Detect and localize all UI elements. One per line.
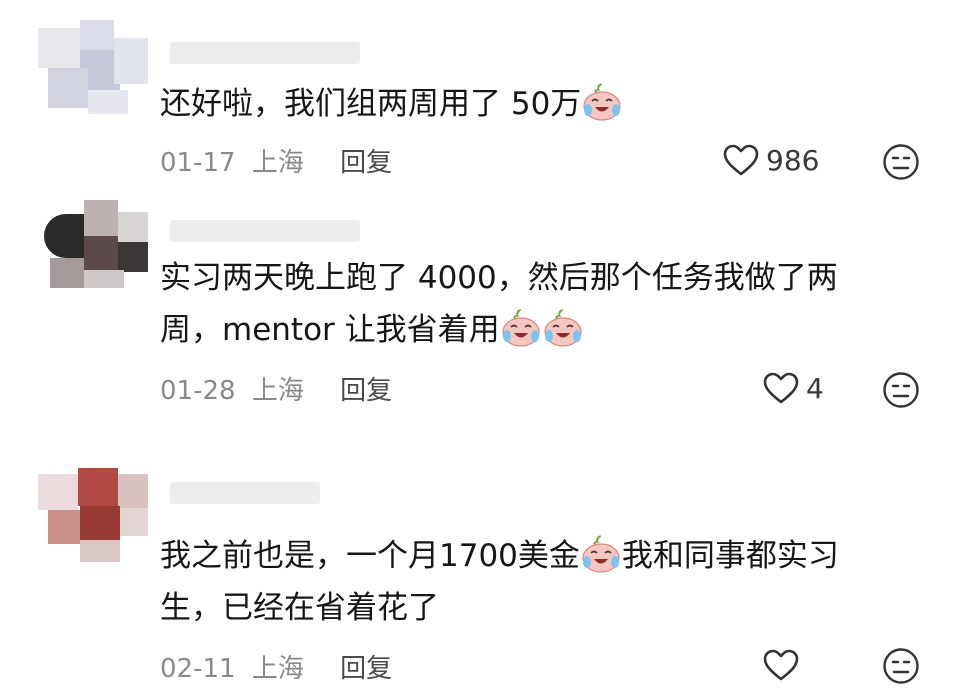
comment-text-line: 生，已经在省着花了 xyxy=(160,590,439,626)
comment-location: 上海 xyxy=(251,376,304,406)
comment-item: 我之前也是，一个月1700美金 我和同事都实习 生，已经在省着花了 02-11 上… xyxy=(0,440,960,697)
like-button[interactable]: 4 xyxy=(762,371,824,405)
dislike-face-icon[interactable] xyxy=(882,647,920,685)
dislike-face-icon[interactable] xyxy=(882,143,920,181)
comment-text: 我之前也是，一个月1700美金 我和同事都实习 生，已经在省着花了 xyxy=(160,530,920,634)
comment-item: 还好啦，我们组两周用了 50万 01-17 上海 回复 986 xyxy=(0,0,960,200)
comment-location: 上海 xyxy=(251,654,304,684)
dislike-face-icon[interactable] xyxy=(882,371,920,409)
username-blurred[interactable] xyxy=(170,42,360,64)
comment-text: 实习两天晚上跑了 4000，然后那个任务我做了两 周，mentor 让我省着用 xyxy=(160,252,920,356)
comment-date: 01-28 xyxy=(160,376,236,406)
heart-outline-icon xyxy=(723,144,759,176)
heart-outline-icon xyxy=(763,372,799,404)
username-blurred[interactable] xyxy=(170,482,320,504)
avatar[interactable] xyxy=(38,200,148,300)
comment-date: 01-17 xyxy=(160,148,236,178)
like-count: 4 xyxy=(806,371,824,405)
crying-laughing-peach-emoji xyxy=(500,308,542,348)
comment-text-line: 实习两天晚上跑了 4000，然后那个任务我做了两 xyxy=(160,260,838,296)
comment-date: 02-11 xyxy=(160,654,236,684)
avatar[interactable] xyxy=(38,20,148,120)
crying-laughing-peach-emoji xyxy=(581,82,623,122)
crying-laughing-peach-emoji xyxy=(580,534,622,574)
crying-laughing-peach-emoji xyxy=(542,308,584,348)
reply-button[interactable]: 回复 xyxy=(340,370,392,407)
comment-text-line: 还好啦，我们组两周用了 50万 xyxy=(160,86,582,122)
heart-outline-icon xyxy=(763,649,799,681)
username-blurred[interactable] xyxy=(170,220,360,242)
avatar[interactable] xyxy=(38,468,148,568)
comment-meta: 02-11 上海 回复 xyxy=(160,648,392,685)
comment-meta: 01-17 上海 回复 xyxy=(160,142,392,179)
comment-text-line: 我之前也是，一个月1700美金 我和同事都实习 xyxy=(160,530,920,582)
comment-text: 还好啦，我们组两周用了 50万 xyxy=(160,78,920,130)
like-button[interactable]: 986 xyxy=(722,143,819,177)
reply-button[interactable]: 回复 xyxy=(340,142,392,179)
reply-button[interactable]: 回复 xyxy=(340,648,392,685)
comment-meta: 01-28 上海 回复 xyxy=(160,370,392,407)
like-count: 986 xyxy=(766,143,820,177)
comment-text-line: 周，mentor 让我省着用 xyxy=(160,304,920,356)
comment-location: 上海 xyxy=(251,148,304,178)
like-button[interactable] xyxy=(762,648,806,682)
comment-item: 实习两天晚上跑了 4000，然后那个任务我做了两 周，mentor 让我省着用 … xyxy=(0,200,960,440)
